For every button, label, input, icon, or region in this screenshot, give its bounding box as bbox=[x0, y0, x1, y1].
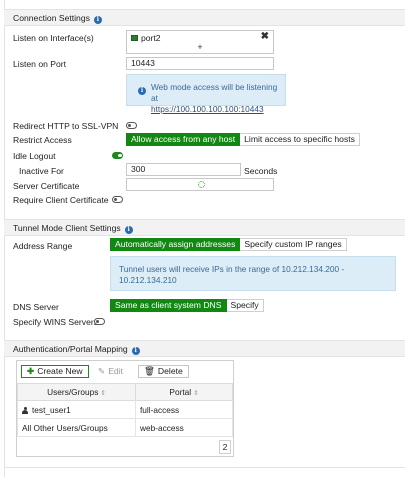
interface-select[interactable]: port2 ✖ + bbox=[126, 30, 274, 54]
section-title: Tunnel Mode Client Settings bbox=[13, 223, 121, 233]
auth-mapping-table: ✚ Create New ✎ Edit 🗑 Delete Users/Groups ⇕ … bbox=[16, 360, 234, 457]
delete-label: Delete bbox=[157, 366, 183, 376]
panel-bottom-border bbox=[4, 467, 405, 468]
auto-assign-option[interactable]: Automatically assign addresses bbox=[110, 238, 241, 251]
listen-port-input[interactable]: 10443 bbox=[126, 57, 274, 70]
address-range-selector[interactable]: Automatically assign addresses Specify c… bbox=[110, 238, 347, 251]
listen-interface-label: Listen on Interface(s) bbox=[13, 33, 94, 43]
table-row[interactable]: test_user1 full-access bbox=[17, 400, 233, 419]
section-title: Authentication/Portal Mapping bbox=[13, 344, 128, 354]
inactive-for-input[interactable]: 300 bbox=[126, 163, 241, 176]
delete-button[interactable]: 🗑 Delete bbox=[138, 365, 189, 378]
limit-hosts-option[interactable]: Limit access to specific hosts bbox=[240, 133, 360, 146]
edit-label: Edit bbox=[108, 366, 124, 376]
specify-dns-option[interactable]: Specify bbox=[226, 299, 264, 312]
web-access-link[interactable]: https://100.100.100.100:10443 bbox=[151, 104, 264, 114]
auth-mapping-header: Authentication/Portal Mapping i bbox=[4, 340, 405, 357]
require-client-cert-label: Require Client Certificate bbox=[13, 195, 109, 205]
info-icon[interactable]: i bbox=[124, 226, 133, 234]
sort-icon[interactable]: ⇕ bbox=[100, 390, 105, 397]
info-icon[interactable]: i bbox=[131, 347, 140, 355]
wins-toggle[interactable] bbox=[94, 318, 105, 325]
address-range-label: Address Range bbox=[13, 241, 73, 251]
idle-logout-toggle[interactable] bbox=[112, 152, 123, 159]
listen-port-label: Listen on Port bbox=[13, 59, 67, 69]
remove-interface-icon[interactable]: ✖ bbox=[261, 31, 269, 42]
redirect-label: Redirect HTTP to SSL-VPN bbox=[13, 121, 119, 131]
create-new-label: Create New bbox=[37, 366, 83, 376]
connection-settings-header: Connection Settings i bbox=[4, 9, 405, 26]
add-interface-icon[interactable]: + bbox=[127, 42, 273, 52]
server-certificate-label: Server Certificate bbox=[13, 181, 80, 191]
tunnel-settings-header: Tunnel Mode Client Settings i bbox=[4, 219, 405, 236]
mapping-grid: Users/Groups ⇕ Portal ⇕ test_user1 full-ac… bbox=[17, 383, 233, 437]
edit-button[interactable]: ✎ Edit bbox=[92, 365, 130, 378]
port-info-note: i Web mode access will be listening at h… bbox=[126, 74, 286, 114]
portal-cell: full-access bbox=[135, 400, 233, 419]
info-icon[interactable]: i bbox=[93, 16, 102, 24]
wins-label: Specify WINS Servers bbox=[13, 317, 99, 327]
create-new-button[interactable]: ✚ Create New bbox=[21, 365, 89, 378]
inactive-for-label: Inactive For bbox=[19, 166, 64, 176]
column-header-portal[interactable]: Portal ⇕ bbox=[135, 383, 233, 401]
port-note-text: Web mode access will be listening at bbox=[151, 82, 278, 103]
require-client-cert-toggle[interactable] bbox=[112, 196, 123, 203]
table-row[interactable]: All Other Users/Groups web-access bbox=[17, 418, 233, 437]
restrict-access-selector[interactable]: Allow access from any host Limit access … bbox=[126, 133, 360, 146]
pencil-icon: ✎ bbox=[98, 366, 106, 376]
sort-icon[interactable]: ⇕ bbox=[193, 390, 198, 397]
restrict-access-label: Restrict Access bbox=[13, 135, 72, 145]
info-icon: i bbox=[138, 87, 146, 95]
section-title: Connection Settings bbox=[13, 13, 90, 23]
dns-server-label: DNS Server bbox=[13, 302, 59, 312]
column-header-users[interactable]: Users/Groups ⇕ bbox=[17, 383, 136, 401]
plus-icon: ✚ bbox=[27, 366, 35, 376]
idle-logout-label: Idle Logout bbox=[13, 151, 56, 161]
loading-spinner-icon bbox=[198, 181, 205, 188]
user-cell: test_user1 bbox=[17, 400, 136, 419]
user-icon bbox=[22, 406, 28, 414]
range-info-note: Tunnel users will receive IPs in the ran… bbox=[110, 256, 396, 291]
row-count-badge: 2 bbox=[219, 440, 231, 454]
custom-ranges-option[interactable]: Specify custom IP ranges bbox=[240, 238, 347, 251]
trash-icon: 🗑 bbox=[144, 366, 155, 376]
network-port-icon bbox=[131, 35, 138, 41]
same-as-client-dns-option[interactable]: Same as client system DNS bbox=[110, 299, 227, 312]
user-cell: All Other Users/Groups bbox=[17, 418, 136, 437]
portal-cell: web-access bbox=[135, 418, 233, 437]
dns-server-selector[interactable]: Same as client system DNS Specify bbox=[110, 299, 264, 312]
range-note-text: Tunnel users will receive IPs in the ran… bbox=[119, 264, 345, 285]
allow-any-host-option[interactable]: Allow access from any host bbox=[126, 133, 241, 146]
inactive-for-unit: Seconds bbox=[244, 166, 278, 176]
redirect-toggle[interactable] bbox=[126, 122, 137, 129]
